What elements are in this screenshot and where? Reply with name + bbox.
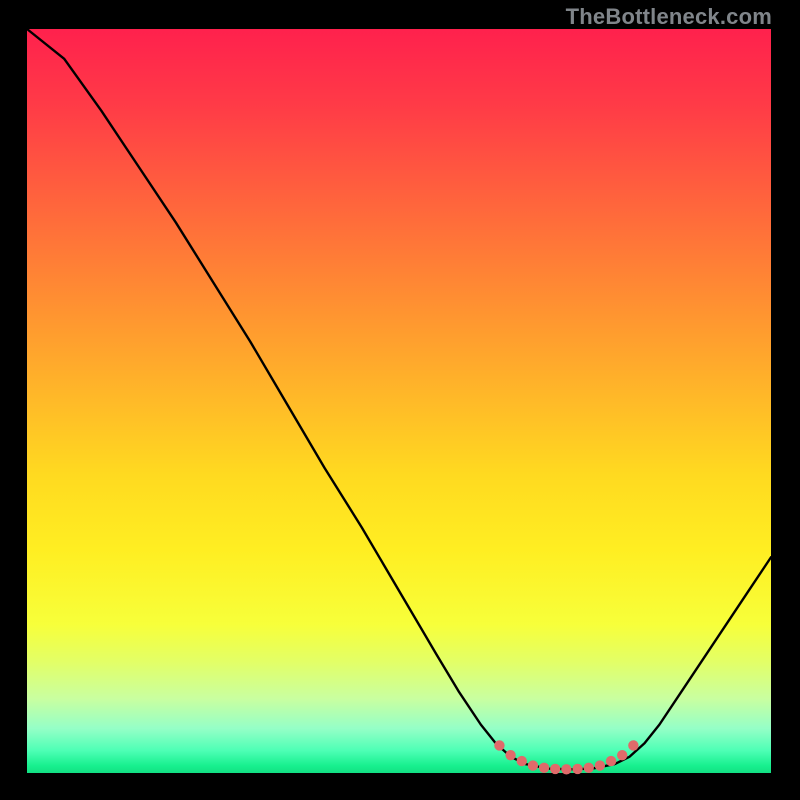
marker-dot [505, 750, 515, 760]
marker-dot [550, 764, 560, 774]
chart-container: TheBottleneck.com [0, 0, 800, 800]
marker-dot [494, 740, 504, 750]
marker-dot [572, 764, 582, 774]
marker-dot [617, 750, 627, 760]
marker-dot [595, 760, 605, 770]
marker-dot [606, 756, 616, 766]
marker-dot [528, 760, 538, 770]
flat-min-markers [494, 740, 638, 774]
plot-area [27, 27, 773, 773]
chart-svg [27, 29, 771, 773]
marker-dot [539, 763, 549, 773]
marker-dot [561, 764, 571, 774]
marker-dot [628, 740, 638, 750]
marker-dot [517, 756, 527, 766]
marker-dot [584, 763, 594, 773]
bottleneck-curve [27, 29, 771, 769]
